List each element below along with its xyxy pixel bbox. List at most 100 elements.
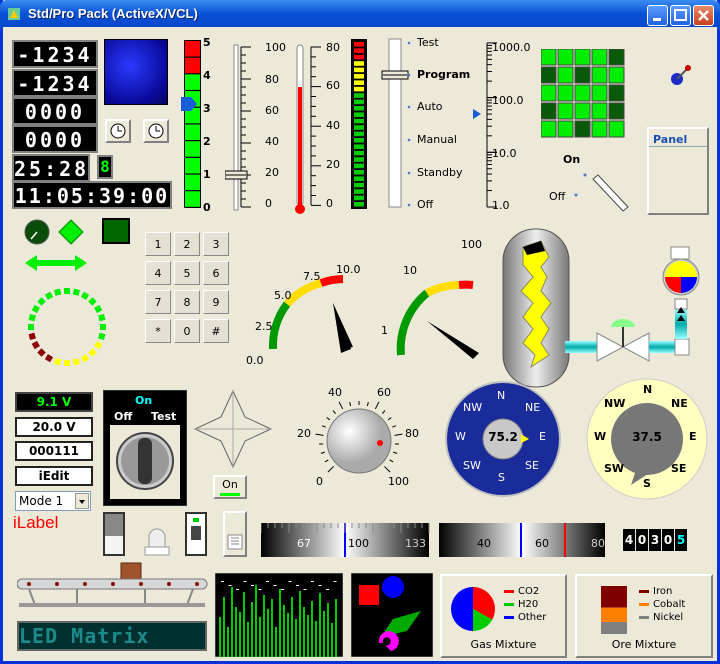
matrix-led[interactable] [541, 102, 557, 120]
keypad-key-8[interactable]: 8 [174, 290, 200, 314]
selector-option-standby[interactable]: Standby [417, 166, 462, 179]
compass2-nw: NW [604, 397, 626, 410]
keypad-key-9[interactable]: 9 [203, 290, 229, 314]
vertical-slider[interactable] [225, 37, 265, 217]
matrix-led[interactable] [608, 120, 625, 138]
spectrum-bar [307, 615, 309, 657]
ring-segment [98, 314, 106, 322]
on-button[interactable]: On [213, 475, 247, 499]
lamp-icon [144, 528, 170, 556]
matrix-led[interactable] [557, 102, 574, 120]
rocker-switch-1[interactable] [103, 512, 125, 556]
matrix-led[interactable] [608, 84, 625, 102]
selector-option-test[interactable]: Test [417, 36, 439, 49]
mode-combobox[interactable]: Mode 1 [15, 491, 91, 511]
rotary-off-label: Off [114, 410, 133, 423]
spectrum-peak [266, 581, 269, 582]
stack-segment [601, 607, 627, 622]
matrix-led[interactable] [574, 66, 591, 84]
selector-option-program[interactable]: Program [417, 68, 470, 81]
selector-switch[interactable] [381, 37, 421, 217]
matrix-led[interactable] [574, 120, 591, 138]
matrix-led[interactable] [541, 66, 557, 84]
maximize-button[interactable] [670, 5, 691, 26]
led-segment [354, 74, 364, 79]
scale2-label-80: 80 [591, 537, 605, 550]
selector-option-manual[interactable]: Manual [417, 133, 457, 146]
indicator-shapes [24, 218, 130, 271]
matrix-led[interactable] [574, 84, 591, 102]
keypad-key-5[interactable]: 5 [174, 261, 200, 285]
gauge1-label-10: 10.0 [336, 263, 361, 276]
keypad-key-star[interactable]: * [145, 319, 171, 343]
legend-swatch [639, 602, 649, 606]
matrix-led[interactable] [591, 84, 608, 102]
matrix-led[interactable] [591, 66, 608, 84]
matrix-led[interactable] [541, 120, 557, 138]
matrix-led[interactable] [591, 49, 608, 66]
matrix-led[interactable] [541, 49, 557, 66]
ring-segment [72, 288, 80, 296]
keypad-key-0[interactable]: 0 [174, 319, 200, 343]
led-button-matrix[interactable] [541, 49, 631, 144]
selector-option-off[interactable]: Off [417, 198, 433, 211]
matrix-led[interactable] [557, 84, 574, 102]
odometer-digit: 3 [649, 529, 661, 551]
led-display-2: -1234 [12, 69, 98, 97]
matrix-led[interactable] [557, 120, 574, 138]
timer-button-2[interactable] [143, 119, 169, 143]
matrix-led[interactable] [574, 49, 591, 66]
keypad-key-7[interactable]: 7 [145, 290, 171, 314]
matrix-led[interactable] [608, 49, 625, 66]
ring-segment [94, 304, 103, 314]
odometer-digit: 5 [675, 529, 687, 551]
keypad-key-hash[interactable]: # [203, 319, 229, 343]
matrix-led[interactable] [591, 102, 608, 120]
matrix-led[interactable] [557, 66, 574, 84]
segment [185, 174, 200, 191]
matrix-led[interactable] [608, 66, 625, 84]
mode-combobox-value: Mode 1 [19, 494, 64, 508]
keypad-key-4[interactable]: 4 [145, 261, 171, 285]
dropdown-button[interactable] [75, 493, 89, 509]
keypad-key-2[interactable]: 2 [174, 232, 200, 256]
minimize-button[interactable] [647, 5, 668, 26]
led-segment [354, 93, 364, 98]
chevron-down-icon [79, 500, 85, 504]
close-button[interactable] [693, 5, 714, 26]
slide-switch[interactable] [223, 511, 247, 557]
compass1-se: SE [525, 459, 539, 472]
keypad-key-3[interactable]: 3 [203, 232, 229, 256]
log-label-100: 100.0 [492, 94, 524, 107]
keypad-key-6[interactable]: 6 [203, 261, 229, 285]
thermo-label-40: 40 [326, 119, 340, 132]
title-bar[interactable]: Std/Pro Pack (ActiveX/VCL) [0, 0, 720, 30]
rocker-switch-2[interactable] [185, 512, 207, 556]
pushpin-icon [671, 65, 691, 85]
matrix-led[interactable] [591, 120, 608, 138]
keypad-key-1[interactable]: 1 [145, 232, 171, 256]
timer-button[interactable] [105, 119, 131, 143]
legend-label: Iron [653, 586, 673, 597]
iedit-field[interactable]: iEdit [15, 466, 93, 486]
spectrum-bar [275, 627, 277, 657]
four-way-pad[interactable] [193, 389, 273, 469]
compass2-n: N [643, 383, 653, 396]
selector-option-auto[interactable]: Auto [417, 100, 443, 113]
matrix-led[interactable] [608, 102, 625, 120]
gauge1-label-0: 0.0 [246, 354, 264, 367]
gauge1-label-7.5: 7.5 [303, 270, 321, 283]
compass1-sw: SW [463, 459, 481, 472]
toggle-switch[interactable] [573, 167, 633, 217]
shapes-display [351, 573, 433, 657]
legend-swatch [504, 615, 514, 619]
matrix-led[interactable] [541, 84, 557, 102]
led-segment [354, 99, 364, 105]
gas-mixture-chart: CO2 H20 Other Gas Mixture [440, 574, 567, 658]
segment-label-4: 4 [203, 69, 211, 82]
ring-segment [28, 314, 36, 322]
matrix-led[interactable] [557, 49, 574, 66]
led-segment [354, 42, 364, 47]
matrix-led[interactable] [574, 102, 591, 120]
rotary-switch-knob[interactable] [112, 428, 178, 494]
